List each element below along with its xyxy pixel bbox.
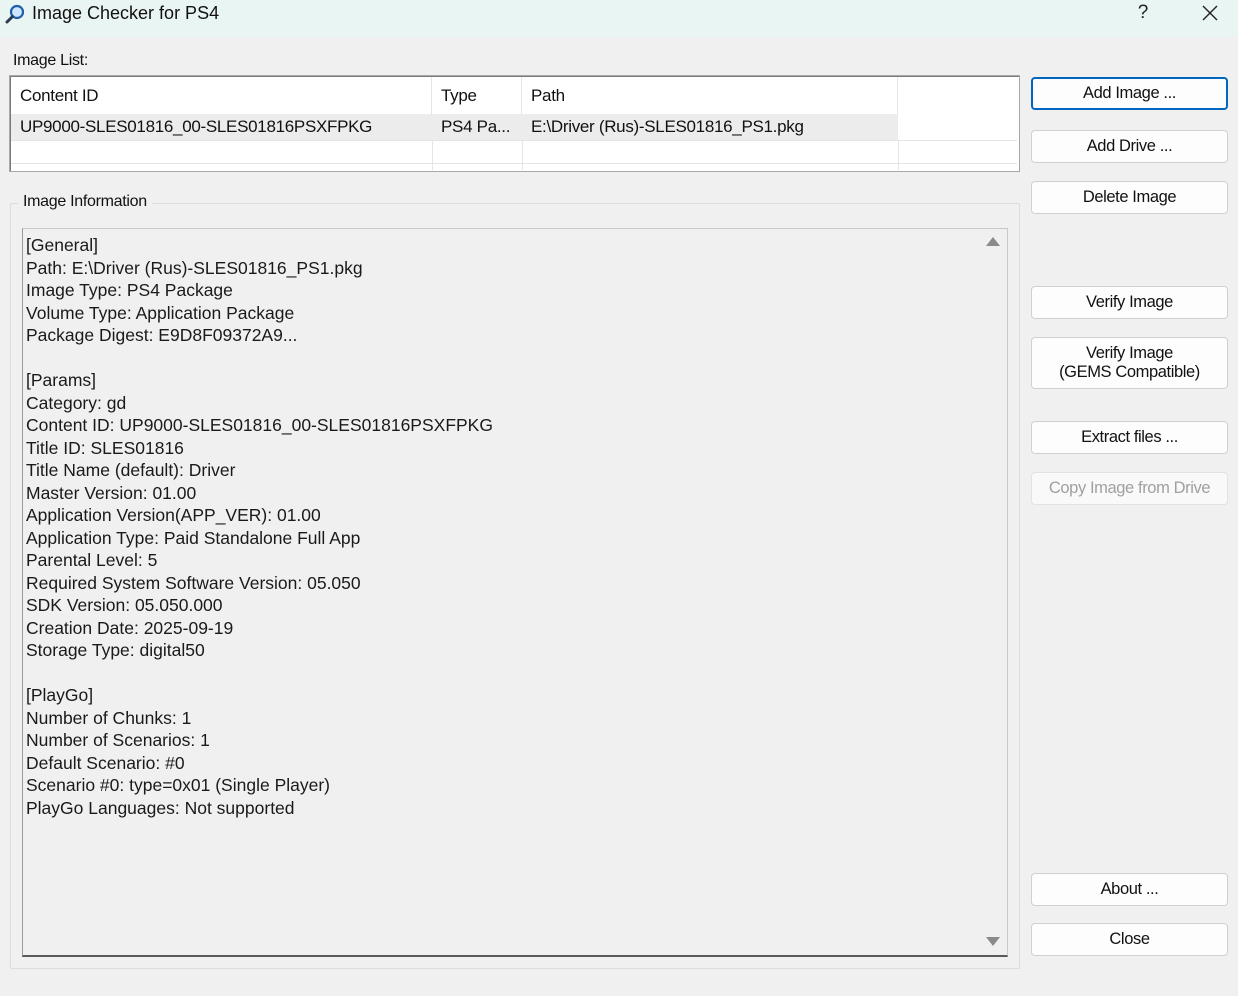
- close-icon: [1202, 5, 1218, 21]
- close-button-label: Close: [1109, 930, 1150, 948]
- verify-image-button[interactable]: Verify Image: [1031, 286, 1228, 319]
- scroll-up-arrow-icon[interactable]: [986, 237, 1000, 246]
- column-divider: [898, 140, 899, 170]
- cell-type: PS4 Pa...: [441, 117, 511, 136]
- column-header-content-id[interactable]: Content ID: [11, 77, 432, 115]
- column-header-path[interactable]: Path: [522, 77, 898, 115]
- row-divider: [11, 140, 1017, 141]
- verify-image-gems-button-label: Verify Image (GEMS Compatible): [1059, 344, 1200, 381]
- scroll-down-arrow-icon[interactable]: [986, 937, 1000, 946]
- extract-files-button-label: Extract files ...: [1081, 428, 1178, 446]
- cell-path: E:\Driver (Rus)-SLES01816_PS1.pkg: [531, 117, 804, 136]
- column-divider: [522, 140, 523, 170]
- image-list-label: Image List:: [13, 52, 88, 69]
- table-row[interactable]: UP9000-SLES01816_00-SLES01816PSXFPKG PS4…: [11, 114, 898, 140]
- help-button[interactable]: ?: [1115, 0, 1171, 26]
- about-button[interactable]: About ...: [1031, 873, 1228, 906]
- image-list-header: Content ID Type Path: [11, 77, 1018, 115]
- column-header-type[interactable]: Type: [432, 77, 522, 115]
- copy-image-from-drive-button-label: Copy Image from Drive: [1048, 479, 1211, 497]
- copy-image-from-drive-button: Copy Image from Drive: [1031, 472, 1228, 505]
- image-information-text: [General] Path: E:\Driver (Rus)-SLES0181…: [26, 235, 493, 818]
- row-divider: [11, 163, 1017, 164]
- delete-image-button-label: Delete Image: [1082, 188, 1177, 206]
- close-button[interactable]: Close: [1031, 923, 1228, 956]
- add-drive-button[interactable]: Add Drive ...: [1031, 130, 1228, 163]
- title-bar: Image Checker for PS4 ?: [0, 0, 1238, 37]
- about-button-label: About ...: [1100, 880, 1159, 898]
- window-title: Image Checker for PS4: [32, 3, 220, 23]
- add-image-button-label: Add Image ...: [1083, 84, 1176, 102]
- info-scrollbar[interactable]: [981, 229, 1006, 955]
- add-drive-button-label: Add Drive ...: [1086, 137, 1173, 155]
- image-information-label: Image Information: [18, 193, 152, 211]
- magnifier-icon: [4, 3, 28, 25]
- column-divider: [432, 140, 433, 170]
- verify-image-gems-button[interactable]: Verify Image (GEMS Compatible): [1031, 337, 1228, 389]
- cell-content-id: UP9000-SLES01816_00-SLES01816PSXFPKG: [20, 117, 373, 136]
- extract-files-button[interactable]: Extract files ...: [1031, 421, 1228, 454]
- window-close-button[interactable]: [1182, 0, 1238, 26]
- add-image-button[interactable]: Add Image ...: [1031, 77, 1228, 110]
- verify-image-button-label: Verify Image: [1086, 293, 1173, 311]
- delete-image-button[interactable]: Delete Image: [1031, 181, 1228, 214]
